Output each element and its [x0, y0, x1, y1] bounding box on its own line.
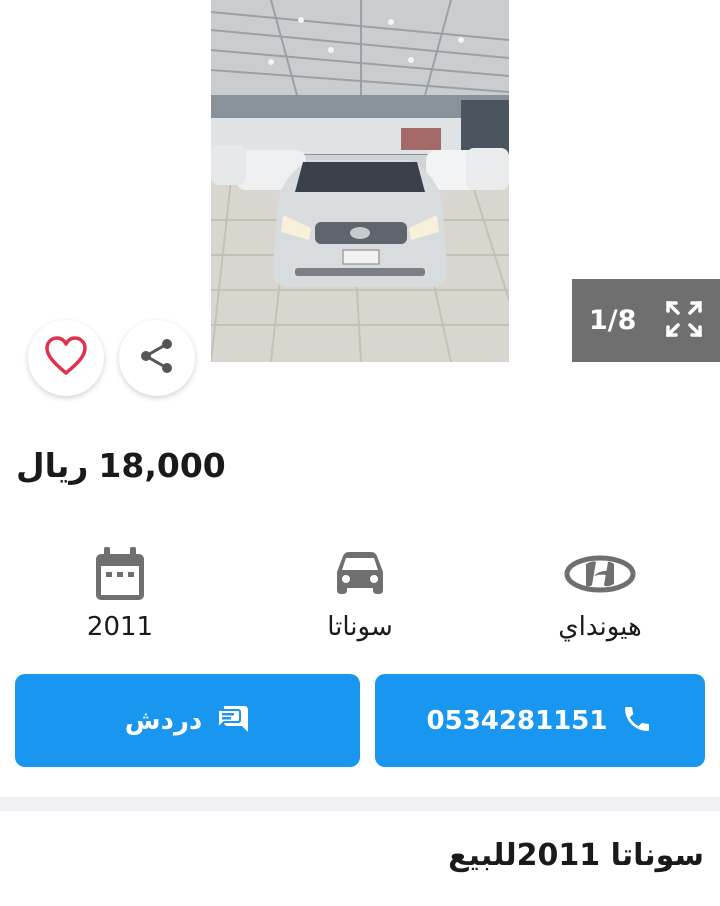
photo-counter-text: 1/8 [589, 305, 637, 336]
phone-icon [621, 703, 653, 739]
chat-button-label: دردش [124, 705, 203, 736]
price-currency: ريال [16, 446, 89, 485]
spec-model: سوناتا [280, 544, 440, 642]
car-photo[interactable] [211, 0, 509, 362]
call-button[interactable]: 0534281151 [375, 674, 705, 767]
price: 18,000 ريال [16, 446, 226, 502]
section-divider [0, 797, 720, 811]
chevron-left-icon [50, 140, 72, 170]
favorite-button[interactable] [28, 320, 104, 396]
listing-title: سوناتا 2011للبيع [448, 838, 704, 873]
heart-icon [44, 336, 88, 380]
spec-make-label: هيونداي [558, 612, 642, 642]
gallery-prev-button[interactable] [46, 140, 76, 170]
listing-page: 1/8 18,000 ريال 2011 سوناتا هيونداي دردش… [0, 0, 720, 906]
chat-icon [216, 704, 250, 738]
chevron-right-icon [646, 140, 668, 170]
call-button-label: 0534281151 [426, 705, 608, 736]
car-icon [333, 544, 387, 604]
spec-year: 2011 [40, 544, 200, 642]
photo-gallery[interactable]: 1/8 [0, 0, 720, 396]
spec-make: هيونداي [520, 544, 680, 642]
spec-year-label: 2011 [86, 612, 154, 642]
chat-button[interactable]: دردش [15, 674, 360, 767]
price-value: 18,000 [98, 446, 226, 485]
photo-counter[interactable]: 1/8 [572, 279, 720, 362]
gallery-next-button[interactable] [642, 140, 672, 170]
hyundai-logo-icon [564, 544, 636, 604]
spec-model-label: سوناتا [327, 612, 393, 642]
share-button[interactable] [119, 320, 195, 396]
calendar-icon [94, 544, 146, 604]
share-icon [137, 336, 177, 380]
expand-icon[interactable] [664, 299, 704, 343]
